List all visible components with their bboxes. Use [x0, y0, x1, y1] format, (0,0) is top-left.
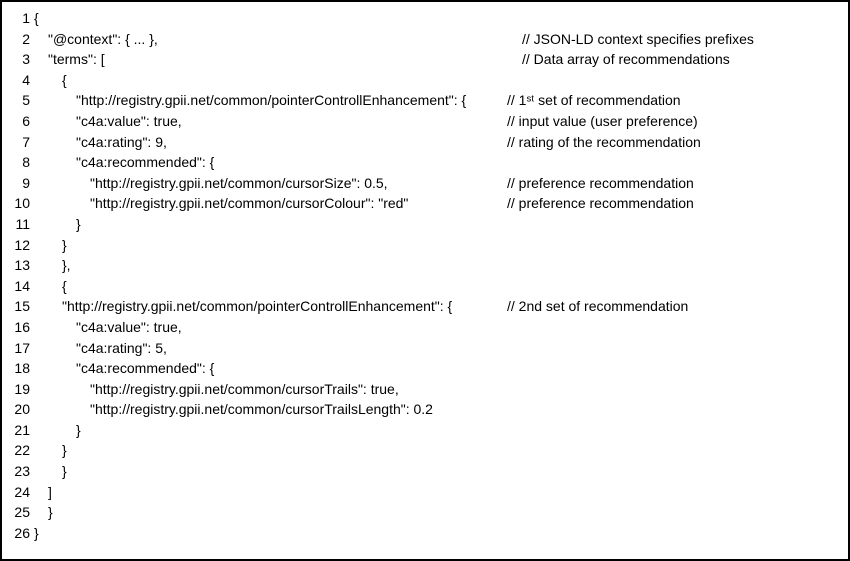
code-text: }, [34, 255, 71, 275]
code-line: 24] [2, 482, 848, 503]
code-text: } [34, 235, 67, 255]
code-text: ] [34, 482, 52, 502]
code-text: "c4a:recommended": { [34, 358, 214, 378]
line-number: 8 [2, 152, 34, 172]
code-line: 5"http://registry.gpii.net/common/pointe… [2, 90, 848, 111]
line-number: 22 [2, 440, 34, 460]
code-listing: 1{2"@context": { ... },// JSON-LD contex… [0, 0, 850, 561]
line-number: 23 [2, 461, 34, 481]
code-text: } [34, 502, 53, 522]
code-comment: // rating of the recommendation [507, 132, 701, 152]
code-line: 14{ [2, 276, 848, 297]
line-number: 20 [2, 399, 34, 419]
line-number: 14 [2, 276, 34, 296]
code-comment: // 2nd set of recommendation [507, 296, 688, 316]
code-line: 1{ [2, 8, 848, 29]
code-text: "c4a:rating": 5, [34, 338, 167, 358]
code-line: 18"c4a:recommended": { [2, 358, 848, 379]
code-line: 21} [2, 420, 848, 441]
code-text: "c4a:recommended": { [34, 152, 214, 172]
code-text: "http://registry.gpii.net/common/pointer… [34, 90, 466, 110]
line-number: 18 [2, 358, 34, 378]
code-comment: // JSON-LD context specifies prefixes [522, 29, 754, 49]
code-line: 20"http://registry.gpii.net/common/curso… [2, 399, 848, 420]
line-number: 24 [2, 482, 34, 502]
code-text: { [34, 276, 67, 296]
code-line: 12} [2, 235, 848, 256]
code-line: 22} [2, 440, 848, 461]
line-number: 12 [2, 235, 34, 255]
code-line: 10"http://registry.gpii.net/common/curso… [2, 193, 848, 214]
code-text: "terms": [ [34, 49, 105, 69]
line-number: 4 [2, 70, 34, 90]
code-text: { [34, 70, 67, 90]
line-number: 13 [2, 255, 34, 275]
code-line: 15"http://registry.gpii.net/common/point… [2, 296, 848, 317]
line-number: 21 [2, 420, 34, 440]
code-text: "http://registry.gpii.net/common/cursorC… [34, 193, 408, 213]
line-number: 11 [2, 214, 34, 234]
code-text: { [34, 8, 39, 28]
code-line: 7"c4a:rating": 9, // rating of the recomm… [2, 132, 848, 153]
code-text: } [34, 461, 67, 481]
code-text: "c4a:value": true, [34, 111, 182, 131]
line-number: 7 [2, 132, 34, 152]
code-text: } [34, 440, 67, 460]
code-line: 2"@context": { ... }, // JSON-LD context … [2, 29, 848, 50]
line-number: 9 [2, 173, 34, 193]
code-line: 13}, [2, 255, 848, 276]
code-text: "http://registry.gpii.net/common/cursorT… [34, 399, 433, 419]
line-number: 2 [2, 29, 34, 49]
code-comment: // preference recommendation [507, 173, 694, 193]
line-number: 6 [2, 111, 34, 131]
code-line: 17"c4a:rating": 5, [2, 338, 848, 359]
line-number: 26 [2, 523, 34, 543]
code-text: } [34, 420, 81, 440]
line-number: 16 [2, 317, 34, 337]
code-line: 3"terms": [ // Data array of recommendati… [2, 49, 848, 70]
line-number: 15 [2, 296, 34, 316]
code-text: } [34, 523, 39, 543]
code-comment: // input value (user preference) [507, 111, 698, 131]
code-line: 11} [2, 214, 848, 235]
line-number: 25 [2, 502, 34, 522]
line-number: 1 [2, 8, 34, 28]
code-line: 4{ [2, 70, 848, 91]
code-comment: // 1ˢᵗ set of recommendation [507, 90, 681, 110]
code-comment: // preference recommendation [507, 193, 694, 213]
code-text: "c4a:value": true, [34, 317, 182, 337]
code-text: "http://registry.gpii.net/common/cursorS… [34, 173, 388, 193]
code-line: 19"http://registry.gpii.net/common/curso… [2, 379, 848, 400]
code-line: 16"c4a:value": true, [2, 317, 848, 338]
code-text: "c4a:rating": 9, [34, 132, 167, 152]
code-line: 9"http://registry.gpii.net/common/cursor… [2, 173, 848, 194]
code-line: 25} [2, 502, 848, 523]
code-text: "@context": { ... }, [34, 29, 158, 49]
line-number: 17 [2, 338, 34, 358]
line-number: 10 [2, 193, 34, 213]
code-text: } [34, 214, 81, 234]
code-text: "http://registry.gpii.net/common/cursorT… [34, 379, 399, 399]
line-number: 5 [2, 90, 34, 110]
line-number: 3 [2, 49, 34, 69]
code-line: 6"c4a:value": true, // input value (user … [2, 111, 848, 132]
code-line: 23} [2, 461, 848, 482]
code-line: 26} [2, 523, 848, 544]
code-text: "http://registry.gpii.net/common/pointer… [34, 296, 452, 316]
line-number: 19 [2, 379, 34, 399]
code-line: 8"c4a:recommended": { [2, 152, 848, 173]
code-comment: // Data array of recommendations [522, 49, 730, 69]
